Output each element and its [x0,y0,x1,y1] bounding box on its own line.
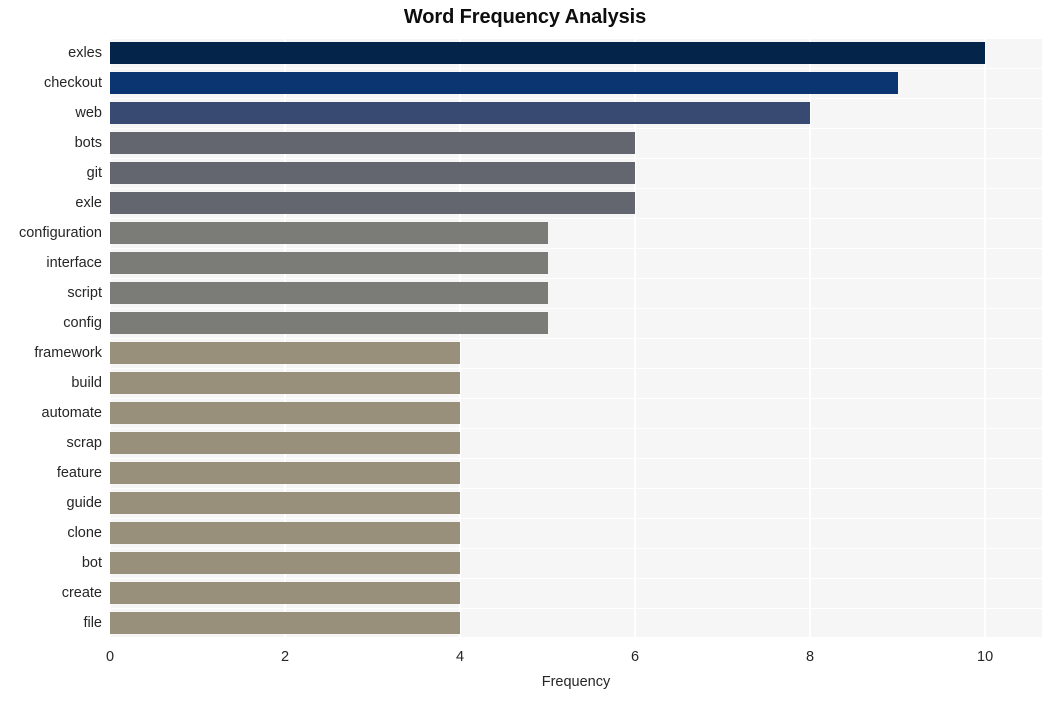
gridline-y [110,218,1042,219]
page-title: Word Frequency Analysis [403,6,647,28]
gridline-y [110,68,1042,69]
y-tick-label-config: config [63,315,102,331]
bar-clone[interactable] [110,522,461,544]
x-tick-label-0: 0 [105,649,115,665]
gridline-y [110,158,1042,159]
bar-framework[interactable] [110,342,461,364]
x-tick-label-8: 8 [806,649,815,665]
gridline-y [110,128,1042,129]
y-tick-label-web: web [75,105,102,121]
gridline-y [110,428,1042,429]
y-tick-label-automate: automate [41,405,102,421]
y-tick-label-exle: exle [75,195,102,211]
bar-create[interactable] [110,582,461,604]
gridline-y [110,278,1042,279]
gridline-y [110,368,1042,369]
bar-exles[interactable] [110,42,986,64]
bar-script[interactable] [110,282,548,304]
x-axis-tick-labels: 0 2 4 6 8 10 [0,648,1050,674]
chart-figure: Word Frequency Analysis exles checkout web… [0,0,1050,701]
x-axis-title: Frequency [541,674,611,690]
y-tick-label-checkout: checkout [43,75,102,91]
bar-feature[interactable] [110,462,461,484]
bar-automate[interactable] [110,402,461,424]
bar-file[interactable] [110,612,461,634]
y-tick-label-feature: feature [56,465,102,481]
bar-checkout[interactable] [110,72,898,94]
gridline-y [110,308,1042,309]
bar-config[interactable] [110,312,548,334]
gridline-y [110,38,1042,39]
bar-bots[interactable] [110,132,636,154]
y-tick-label-clone: clone [67,525,102,541]
bar-git[interactable] [110,162,636,184]
gridline-y [110,637,1042,638]
y-tick-label-scrap: scrap [66,435,102,451]
x-tick-label-10: 10 [977,649,994,665]
y-tick-label-guide: guide [66,495,102,511]
y-tick-label-git: git [86,165,102,181]
gridline-y [110,548,1042,549]
bar-bot[interactable] [110,552,461,574]
bar-build[interactable] [110,372,461,394]
gridline-y [110,578,1042,579]
bar-exle[interactable] [110,192,636,214]
x-tick-label-2: 2 [280,649,290,665]
x-tick-label-6: 6 [631,649,640,665]
gridline-y [110,98,1042,99]
y-tick-label-create: create [61,585,102,601]
gridline-y [110,488,1042,489]
gridline-y [110,608,1042,609]
y-tick-label-build: build [71,375,102,391]
y-axis-tick-labels: exles checkout web bots git exle configuration… [0,38,102,638]
y-tick-label-configuration: configuration [18,225,102,241]
bar-web[interactable] [110,102,811,124]
bar-interface[interactable] [110,252,548,274]
y-tick-label-file: file [83,615,102,631]
bar-configuration[interactable] [110,222,548,244]
gridline-y [110,518,1042,519]
gridline-y [110,248,1042,249]
gridline-y [110,188,1042,189]
bar-scrap[interactable] [110,432,461,454]
gridline-y [110,458,1042,459]
y-tick-label-script: script [67,285,102,301]
bar-guide[interactable] [110,492,461,514]
plot-area [110,38,1042,638]
gridline-y [110,338,1042,339]
x-tick-label-4: 4 [456,649,465,665]
y-tick-label-bot: bot [81,555,102,571]
y-tick-label-bots: bots [74,135,102,151]
y-tick-label-interface: interface [46,255,102,271]
gridline-y [110,398,1042,399]
y-tick-label-exles: exles [68,45,102,61]
y-tick-label-framework: framework [34,345,102,361]
